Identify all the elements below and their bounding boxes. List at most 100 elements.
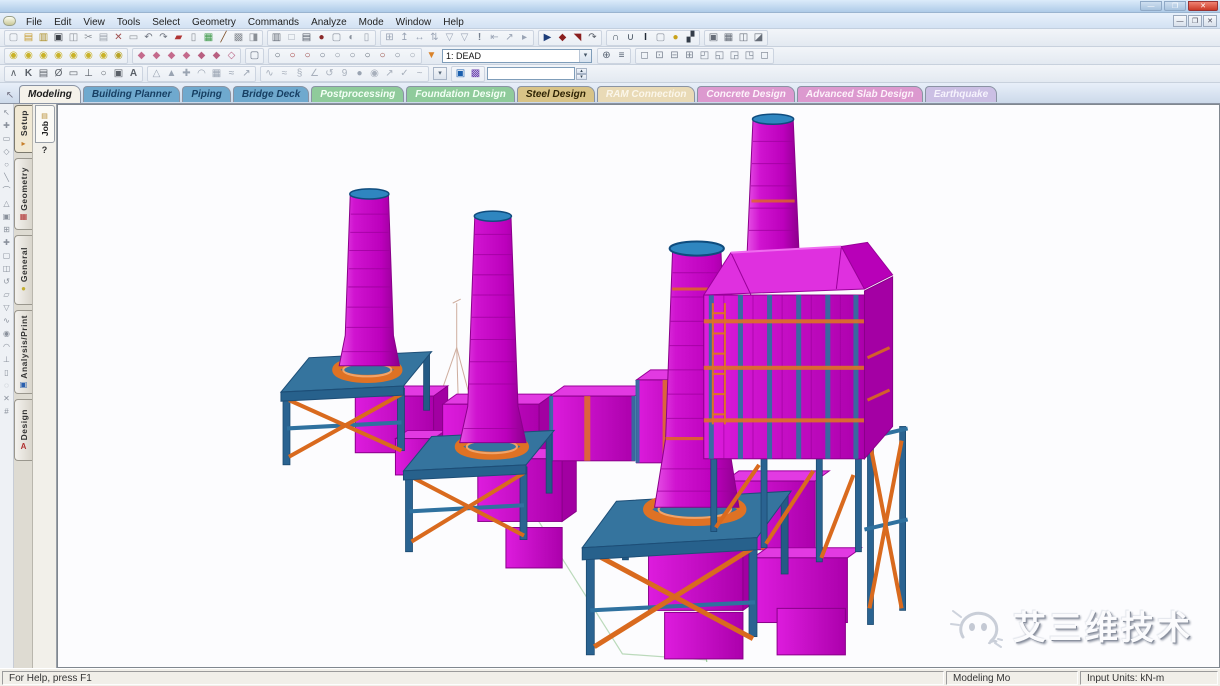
skip-start-icon[interactable]: ⇤	[487, 31, 502, 45]
menu-item[interactable]: Mode	[353, 16, 390, 29]
page-tab[interactable]: Setup ▸	[14, 105, 32, 153]
text-cursor-icon[interactable]: A	[126, 67, 141, 81]
plate-tool-icon[interactable]: ▢	[653, 31, 668, 45]
surface-labels-icon[interactable]: ⊞	[682, 49, 697, 63]
open-archive-icon[interactable]: ▥	[36, 31, 51, 45]
line-draw-icon[interactable]: ╲	[1, 171, 13, 184]
plate-labels-icon[interactable]: ⊟	[667, 49, 682, 63]
add-node-icon[interactable]: ✚	[1, 236, 13, 249]
record-icon[interactable]: ●	[314, 31, 329, 45]
supports-display-icon[interactable]: ◳	[742, 49, 757, 63]
symbols-display-icon[interactable]: ▣	[453, 67, 468, 81]
load-case-dropdown[interactable]: 1: DEAD ▾	[442, 49, 592, 63]
zoom-extents-icon[interactable]: ○	[315, 49, 330, 63]
menu-item[interactable]: Commands	[242, 16, 305, 29]
menu-item[interactable]: Help	[437, 16, 470, 29]
add-arc-icon[interactable]: ◠	[194, 67, 209, 81]
sort-icon[interactable]: ⇅	[427, 31, 442, 45]
menu-item[interactable]: Window	[390, 16, 438, 29]
solid-tool-icon[interactable]: ▞	[683, 31, 698, 45]
doc-icon[interactable]: ▯	[359, 31, 374, 45]
hash-grid-icon[interactable]: #	[1, 405, 13, 418]
check-tool-icon[interactable]: ✓	[397, 67, 412, 81]
zoom-in-icon[interactable]: ○	[285, 49, 300, 63]
new-file-icon[interactable]: ▢	[6, 31, 21, 45]
wave-icon[interactable]: ≈	[277, 67, 292, 81]
loads-display-icon[interactable]: ◲	[727, 49, 742, 63]
load-filter-icon[interactable]: ▼	[424, 49, 439, 63]
arc-draw-icon[interactable]: ⌒	[1, 184, 13, 197]
drop-beam-icon[interactable]: ▽	[457, 31, 472, 45]
run-analysis-icon[interactable]: ▶	[540, 31, 555, 45]
triangle-draw-icon[interactable]: △	[1, 197, 13, 210]
vector-icon[interactable]: ↗	[382, 67, 397, 81]
tools-icon[interactable]: ◨	[246, 31, 261, 45]
light-icon[interactable]: ○	[405, 49, 420, 63]
window-split-icon[interactable]: ◪	[751, 31, 766, 45]
print-preview-icon[interactable]: □	[284, 31, 299, 45]
node-cursor-icon[interactable]: ∧	[6, 67, 21, 81]
erase-icon[interactable]: ✕	[1, 392, 13, 405]
window-new-icon[interactable]: ▣	[706, 31, 721, 45]
section-marker-icon[interactable]: §	[292, 67, 307, 81]
cursor-icon[interactable]: ↖	[1, 106, 13, 119]
rect-draw-icon[interactable]: ▭	[1, 132, 13, 145]
diagram-deflection-icon[interactable]: ◇	[224, 49, 239, 63]
jump-icon[interactable]: ↗	[502, 31, 517, 45]
paste-icon[interactable]: ▤	[96, 31, 111, 45]
down-snap-icon[interactable]: ▽	[1, 301, 13, 314]
grids-display-icon[interactable]: ◱	[712, 49, 727, 63]
warning-icon[interactable]: ◥	[570, 31, 585, 45]
alert-icon[interactable]: !	[472, 31, 487, 45]
axes-display-icon[interactable]: ◰	[697, 49, 712, 63]
workflow-tab[interactable]: Modeling	[19, 85, 81, 103]
zoom-out-icon[interactable]: ○	[300, 49, 315, 63]
workflow-tab[interactable]: Steel Design	[517, 86, 595, 102]
beam-cursor-icon[interactable]: K	[21, 67, 36, 81]
undo-icon[interactable]: ↶	[141, 31, 156, 45]
mdi-restore-button[interactable]: ❐	[1188, 15, 1202, 27]
mdi-minimize-button[interactable]: —	[1173, 15, 1187, 27]
dot-tool-icon[interactable]: ●	[352, 67, 367, 81]
cut-icon[interactable]: ✂	[81, 31, 96, 45]
view-front-icon[interactable]: ◉	[21, 49, 36, 63]
view-bottom-icon[interactable]: ◉	[96, 49, 111, 63]
view-iso-icon[interactable]: ◉	[111, 49, 126, 63]
ibeam-section-icon[interactable]: I	[638, 31, 653, 45]
spline-icon[interactable]: ∿	[1, 314, 13, 327]
snap-grid-icon[interactable]: ⊞	[382, 31, 397, 45]
view-left-icon[interactable]: ◉	[51, 49, 66, 63]
model-viewport[interactable]: 艾三维技术	[57, 104, 1220, 668]
edit-load-icon[interactable]: ⊕	[599, 49, 614, 63]
insert-node-icon[interactable]: ▭	[126, 31, 141, 45]
save-icon[interactable]: ▣	[51, 31, 66, 45]
renumber-icon[interactable]: ↗	[239, 67, 254, 81]
report-icon[interactable]: ▯	[186, 31, 201, 45]
geometry-cursor-icon[interactable]: ▭	[66, 67, 81, 81]
labels-display-icon[interactable]: ▩	[468, 67, 483, 81]
window-cascade-icon[interactable]: ◫	[736, 31, 751, 45]
workflow-tab[interactable]: RAM Connection	[597, 86, 696, 102]
spring-icon[interactable]: ∿	[262, 67, 277, 81]
stack-2[interactable]	[460, 211, 526, 442]
redo-icon[interactable]: ↷	[156, 31, 171, 45]
workflow-tab[interactable]: Earthquake	[925, 86, 997, 102]
swap-icon[interactable]: ↔	[412, 31, 427, 45]
page-tab[interactable]: Geometry ▦	[14, 158, 32, 230]
copy-icon[interactable]: ◫	[66, 31, 81, 45]
diagram-loads-icon[interactable]: ◆	[209, 49, 224, 63]
zoom-dynamic-icon[interactable]: ○	[345, 49, 360, 63]
model-3d-view[interactable]	[58, 105, 1219, 667]
brush-icon[interactable]: ▰	[171, 31, 186, 45]
page-tab[interactable]: General ●	[14, 235, 32, 305]
workflow-tab[interactable]: Advanced Slab Design	[797, 86, 923, 102]
error-list-icon[interactable]: ◆	[555, 31, 570, 45]
diagram-sections-icon[interactable]: ◆	[179, 49, 194, 63]
move-up-icon[interactable]: ↥	[397, 31, 412, 45]
delete-icon[interactable]: ✕	[111, 31, 126, 45]
point-icon[interactable]: ◉	[1, 327, 13, 340]
structure-cube-icon[interactable]: ▢	[247, 49, 262, 63]
open-file-icon[interactable]: ▤	[21, 31, 36, 45]
menu-item[interactable]: Edit	[48, 16, 77, 29]
workflow-tab[interactable]: Foundation Design	[406, 86, 515, 102]
